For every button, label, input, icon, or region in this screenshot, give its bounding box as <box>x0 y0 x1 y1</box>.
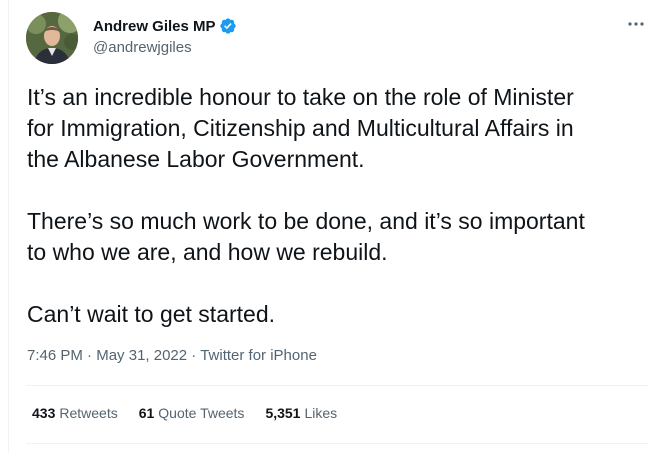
display-name[interactable]: Andrew Giles MP <box>93 18 216 35</box>
retweets-label: Retweets <box>59 405 118 421</box>
tweet-stats: 433 Retweets 61 Quote Tweets 5,351 Likes <box>32 405 358 421</box>
verified-badge-icon <box>219 17 237 35</box>
author-handle[interactable]: @andrewjgiles <box>93 39 237 56</box>
likes-label: Likes <box>304 405 338 421</box>
retweets-stat[interactable]: 433 Retweets <box>32 405 118 421</box>
avatar[interactable] <box>26 12 78 64</box>
divider <box>26 385 648 386</box>
meta-separator: · <box>87 347 93 364</box>
tweet-line: It’s an incredible honour to take on the… <box>27 84 574 110</box>
quote-tweets-label: Quote Tweets <box>158 405 245 421</box>
quote-tweets-count: 61 <box>138 405 155 421</box>
author-names: Andrew Giles MP @andrewjgiles <box>93 16 237 56</box>
more-options-icon[interactable] <box>624 12 648 36</box>
tweet-meta: 7:46 PM · May 31, 2022 · Twitter for iPh… <box>27 347 317 364</box>
tweet-line: Can’t wait to get started. <box>27 301 276 327</box>
display-name-row: Andrew Giles MP <box>93 16 237 36</box>
tweet-source[interactable]: Twitter for iPhone <box>200 347 317 364</box>
tweet-header: Andrew Giles MP @andrewjgiles <box>26 12 648 66</box>
tweet-line: There’s so much work to be done, and it’… <box>27 208 585 234</box>
tweet-paragraph: Can’t wait to get started. <box>27 299 652 330</box>
tweet-line: the Albanese Labor Government. <box>27 146 365 172</box>
tweet-line: for Immigration, Citizenship and Multicu… <box>27 115 574 141</box>
tweet-line: to who we are, and how we rebuild. <box>27 239 388 265</box>
tweet-date[interactable]: May 31, 2022 <box>96 347 187 364</box>
tweet-paragraph: It’s an incredible honour to take on the… <box>27 82 652 175</box>
likes-stat[interactable]: 5,351 Likes <box>265 405 337 421</box>
tweet-time[interactable]: 7:46 PM <box>27 347 83 364</box>
profile-photo-icon <box>26 12 78 64</box>
quote-tweets-stat[interactable]: 61 Quote Tweets <box>139 405 245 421</box>
meta-separator: · <box>191 347 197 364</box>
retweets-count: 433 <box>32 405 56 421</box>
likes-count: 5,351 <box>265 405 301 421</box>
divider <box>26 443 648 444</box>
tweet-text: It’s an incredible honour to take on the… <box>27 82 652 330</box>
tweet-paragraph: There’s so much work to be done, and it’… <box>27 206 652 268</box>
